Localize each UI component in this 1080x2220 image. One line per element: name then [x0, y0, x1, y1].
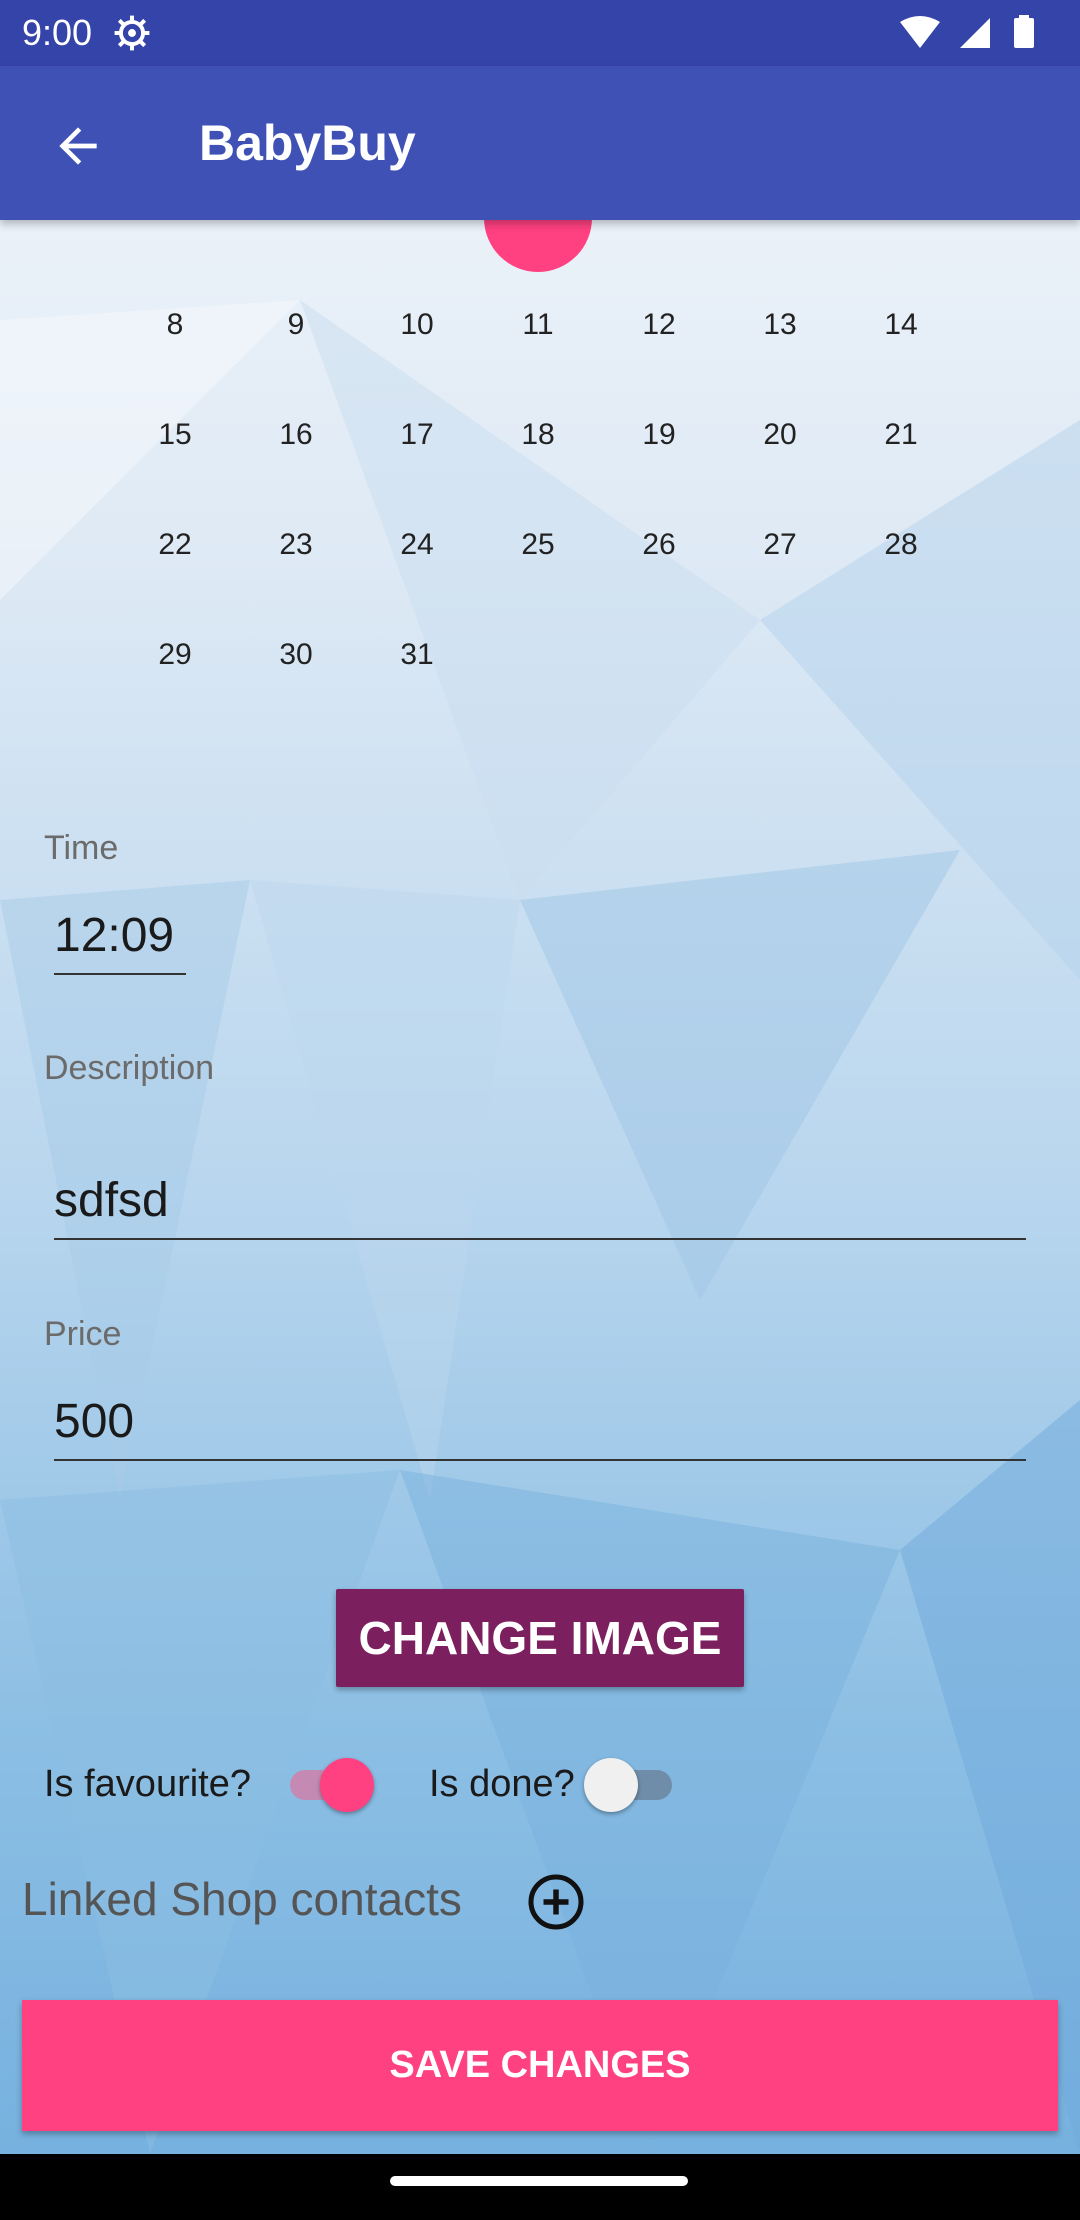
settings-gear-icon	[114, 15, 150, 51]
description-input[interactable]: sdfsd	[54, 1173, 169, 1228]
status-bar: 9:00	[0, 0, 1080, 66]
wifi-icon	[900, 16, 940, 48]
favourite-switch-label: Is favourite?	[44, 1763, 251, 1805]
time-label: Time	[44, 829, 119, 867]
time-underline	[54, 973, 186, 975]
calendar-day[interactable]: 30	[266, 625, 326, 685]
calendar-day[interactable]: 20	[750, 405, 810, 465]
battery-icon	[1014, 18, 1034, 48]
description-underline	[54, 1238, 1026, 1240]
back-arrow-icon[interactable]	[50, 118, 106, 174]
calendar-day[interactable]: 16	[266, 405, 326, 465]
calendar-day[interactable]: 28	[871, 515, 931, 575]
calendar-day[interactable]: 9	[266, 295, 326, 355]
calendar-day[interactable]: 21	[871, 405, 931, 465]
calendar-day[interactable]: 27	[750, 515, 810, 575]
calendar-day[interactable]: 22	[145, 515, 205, 575]
calendar-day[interactable]: 8	[145, 295, 205, 355]
done-switch-label: Is done?	[429, 1763, 575, 1805]
home-gesture-bar[interactable]	[390, 2176, 688, 2186]
calendar-day[interactable]: 11	[508, 295, 568, 355]
calendar-day[interactable]: 26	[629, 515, 689, 575]
calendar-day[interactable]: 24	[387, 515, 447, 575]
calendar-day[interactable]: 10	[387, 295, 447, 355]
app-title: BabyBuy	[199, 115, 416, 171]
price-underline	[54, 1459, 1026, 1461]
done-switch-thumb	[584, 1758, 638, 1812]
price-input[interactable]: 500	[54, 1394, 134, 1449]
calendar-day[interactable]: 12	[629, 295, 689, 355]
time-input[interactable]: 12:09	[54, 908, 174, 963]
calendar-day[interactable]: 14	[871, 295, 931, 355]
calendar-day[interactable]: 23	[266, 515, 326, 575]
calendar-day[interactable]: 19	[629, 405, 689, 465]
calendar-day[interactable]: 15	[145, 405, 205, 465]
calendar-day[interactable]: 29	[145, 625, 205, 685]
calendar-day[interactable]: 13	[750, 295, 810, 355]
price-label: Price	[44, 1315, 122, 1353]
signal-icon	[960, 18, 990, 48]
add-circle-icon[interactable]	[526, 1872, 586, 1932]
linked-shop-contacts-label: Linked Shop contacts	[22, 1873, 462, 1925]
status-icons	[896, 14, 1046, 57]
change-image-button[interactable]: CHANGE IMAGE	[336, 1589, 744, 1687]
app-bar: BabyBuy	[0, 66, 1080, 220]
navigation-bar	[0, 2154, 1080, 2220]
calendar-day[interactable]: 31	[387, 625, 447, 685]
save-changes-button[interactable]: SAVE CHANGES	[22, 2000, 1058, 2131]
favourite-switch-thumb	[320, 1758, 374, 1812]
calendar-day[interactable]: 18	[508, 405, 568, 465]
status-time: 9:00	[22, 12, 93, 53]
description-label: Description	[44, 1049, 215, 1087]
calendar-day[interactable]: 25	[508, 515, 568, 575]
calendar-day[interactable]: 17	[387, 405, 447, 465]
